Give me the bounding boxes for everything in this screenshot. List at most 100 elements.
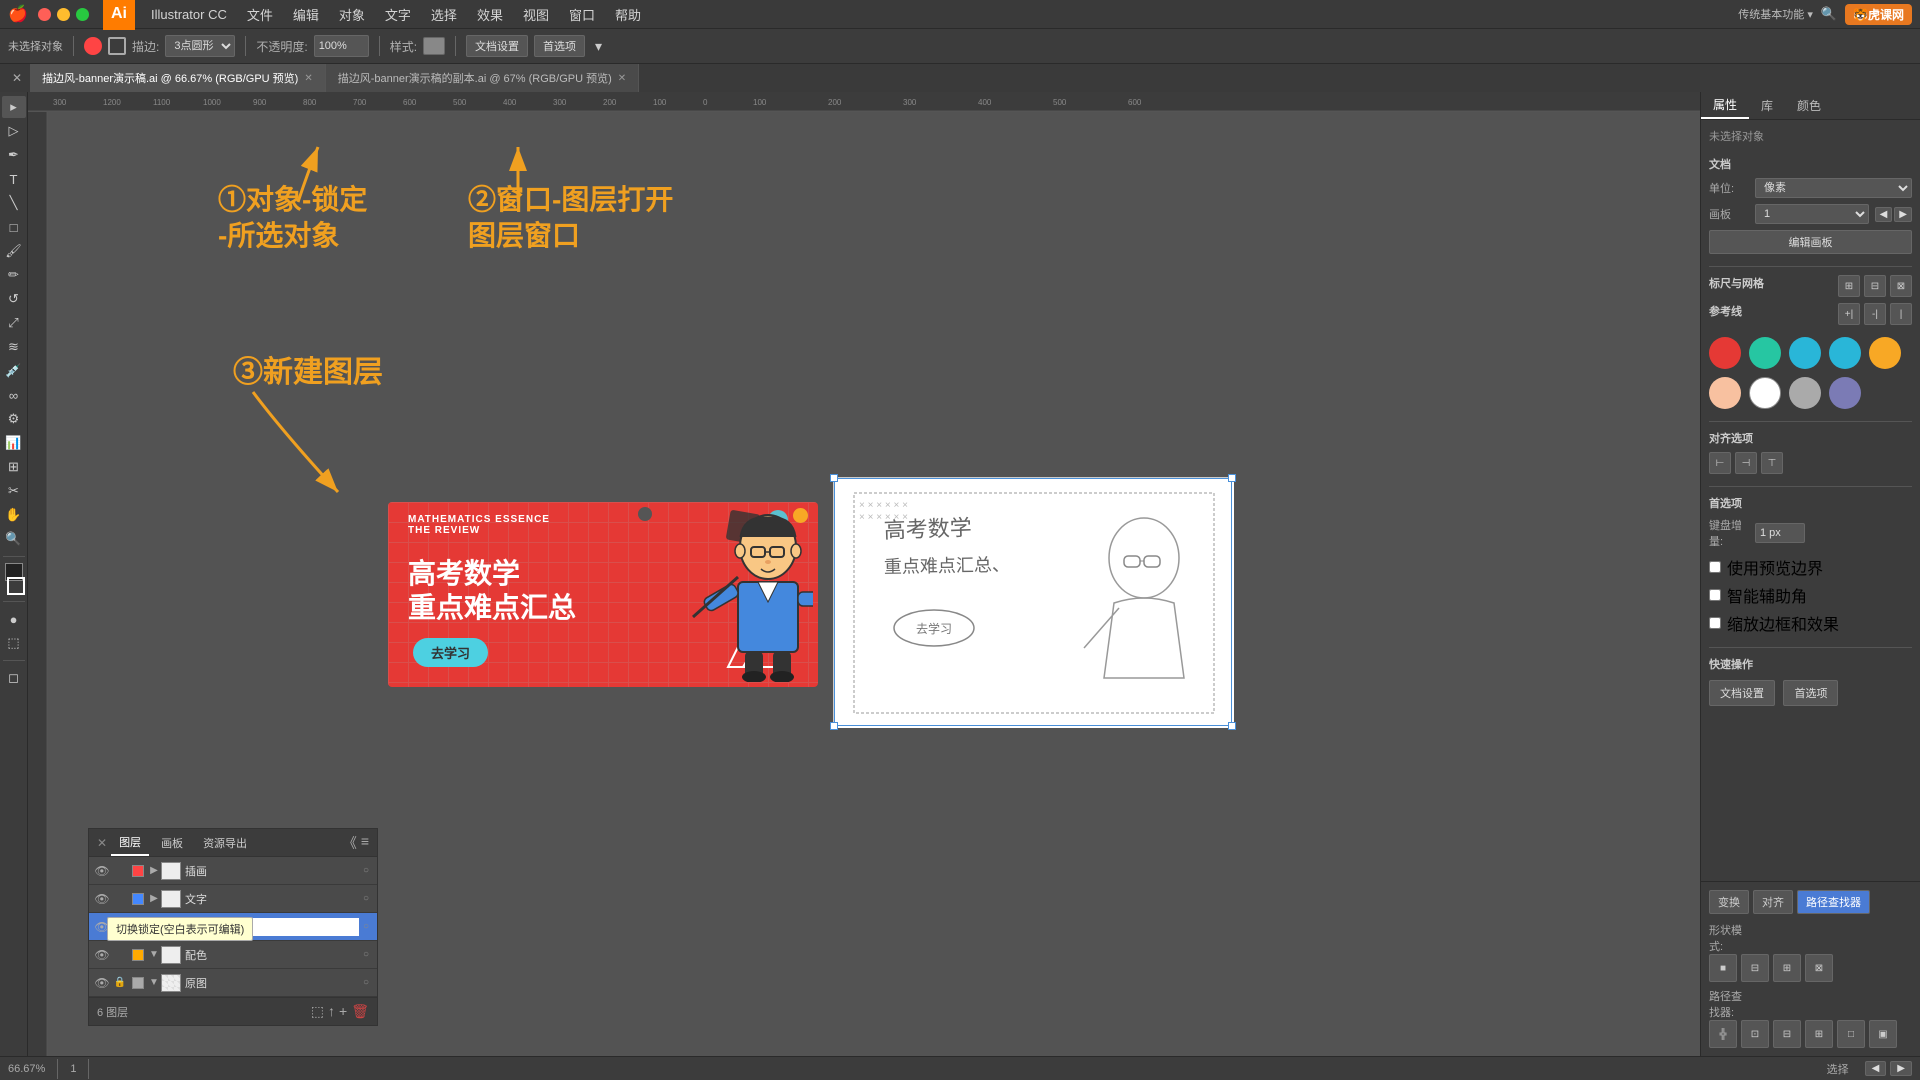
tool-rotate[interactable]: ↺ <box>2 288 26 310</box>
tab-0-close[interactable]: ✕ <box>304 73 312 84</box>
tab-1-close[interactable]: ✕ <box>618 73 626 84</box>
divide-btn[interactable]: ╬ <box>1709 1020 1737 1048</box>
guide-btn1[interactable]: +| <box>1838 303 1860 325</box>
swatch-1[interactable] <box>1749 337 1781 369</box>
tool-symbol[interactable]: ⚙ <box>2 408 26 430</box>
layer-1-expand[interactable]: ▶ <box>147 893 161 904</box>
transform-tab[interactable]: 变换 <box>1709 890 1749 914</box>
merge-btn[interactable]: ⊟ <box>1773 1020 1801 1048</box>
layer-row-4[interactable]: 👁 🔒 ▼ 原图 ○ <box>89 969 377 997</box>
move-selection-btn[interactable]: ↑ <box>328 1003 335 1020</box>
minimize-dot[interactable] <box>57 8 70 21</box>
tool-pencil[interactable]: ✏ <box>2 264 26 286</box>
layer-row-0[interactable]: 👁 ▶ 插画 ○ <box>89 857 377 885</box>
layer-row-1[interactable]: 👁 ▶ 文字 ○ <box>89 885 377 913</box>
handle-br[interactable] <box>1228 722 1236 730</box>
stroke-style-select[interactable]: 3点圆形 <box>165 35 235 57</box>
preferences-btn[interactable]: 首选项 <box>534 35 585 57</box>
fullscreen-dot[interactable] <box>76 8 89 21</box>
close-dot[interactable] <box>38 8 51 21</box>
tool-hand[interactable]: ✋ <box>2 504 26 526</box>
tool-paintbrush[interactable]: 🖌 <box>2 240 26 262</box>
tool-scale[interactable]: ⤢ <box>2 312 26 334</box>
menu-select[interactable]: 选择 <box>421 2 467 27</box>
menu-edit[interactable]: 编辑 <box>283 2 329 27</box>
menu-file[interactable]: 文件 <box>237 2 283 27</box>
artboard-next[interactable]: ▶ <box>1894 207 1912 222</box>
fill-color[interactable] <box>84 37 102 55</box>
tab-0[interactable]: 描边风-banner演示稿.ai @ 66.67% (RGB/GPU 预览) ✕ <box>30 64 326 92</box>
layer-row-3[interactable]: 👁 ▼ 配色 ○ <box>89 941 377 969</box>
workspace-selector[interactable]: 传统基本功能 ▾ <box>1738 6 1813 22</box>
pathfinder-tab[interactable]: 路径查找器 <box>1797 890 1870 914</box>
layer-0-target[interactable]: ○ <box>359 865 373 876</box>
swatch-0[interactable] <box>1709 337 1741 369</box>
outline-btn[interactable]: □ <box>1837 1020 1865 1048</box>
tool-type[interactable]: T <box>2 168 26 190</box>
swatch-4[interactable] <box>1869 337 1901 369</box>
doc-settings-btn[interactable]: 文档设置 <box>466 35 528 57</box>
handle-bl[interactable] <box>830 722 838 730</box>
artboard-prev[interactable]: ◀ <box>1875 207 1893 222</box>
guide-btn3[interactable]: | <box>1890 303 1912 325</box>
layer-4-target[interactable]: ○ <box>359 977 373 988</box>
tool-color-mode[interactable]: ● <box>2 608 26 630</box>
tool-pen[interactable]: ✒ <box>2 144 26 166</box>
swatch-5[interactable] <box>1709 377 1741 409</box>
opacity-input[interactable] <box>314 35 369 57</box>
layer-3-expand[interactable]: ▼ <box>147 949 161 960</box>
layer-2-name-input[interactable] <box>185 918 359 936</box>
swatch-7[interactable] <box>1789 377 1821 409</box>
snap-checkbox[interactable] <box>1709 617 1721 629</box>
menu-view[interactable]: 视图 <box>513 2 559 27</box>
layer-row-2[interactable]: 👁 ▶ ○ <box>89 913 377 941</box>
swatch-3[interactable] <box>1829 337 1861 369</box>
layer-1-visibility[interactable]: 👁 <box>93 892 111 906</box>
trim-btn[interactable]: ⊡ <box>1741 1020 1769 1048</box>
menu-illustrator[interactable]: Illustrator CC <box>141 4 237 25</box>
tool-zoom[interactable]: 🔍 <box>2 528 26 550</box>
align-center-btn[interactable]: ⊣ <box>1735 452 1757 474</box>
panel-collapse-btn[interactable]: 《 <box>343 833 357 853</box>
tool-rect[interactable]: □ <box>2 216 26 238</box>
align-right-btn[interactable]: ⊤ <box>1761 452 1783 474</box>
right-tab-library[interactable]: 库 <box>1749 93 1785 118</box>
layer-2-target[interactable]: ○ <box>359 921 373 932</box>
bb-left-btn[interactable]: ◀ <box>1865 1061 1887 1076</box>
right-tab-color[interactable]: 颜色 <box>1785 93 1833 118</box>
tool-select[interactable]: ▸ <box>2 96 26 118</box>
intersect-btn[interactable]: ⊞ <box>1773 954 1801 982</box>
tool-graph[interactable]: 📊 <box>2 432 26 454</box>
layer-0-expand[interactable]: ▶ <box>147 865 161 876</box>
tool-screen-mode[interactable]: ◻ <box>2 667 26 689</box>
panel-tab-layers[interactable]: 图层 <box>111 830 149 856</box>
canvas-area[interactable]: 300 1200 1100 1000 900 800 700 600 500 4… <box>28 92 1700 1056</box>
layer-3-visibility[interactable]: 👁 <box>93 948 111 962</box>
align-left-btn[interactable]: ⊢ <box>1709 452 1731 474</box>
right-tab-properties[interactable]: 属性 <box>1701 92 1749 119</box>
grid-show-btn[interactable]: ⊟ <box>1864 275 1886 297</box>
new-layer-btn[interactable]: + <box>339 1003 347 1020</box>
handle-tr[interactable] <box>1228 474 1236 482</box>
bb-right-btn[interactable]: ▶ <box>1890 1061 1912 1076</box>
toolbar-expand[interactable]: ▾ <box>595 38 602 55</box>
tool-artboard[interactable]: ⊞ <box>2 456 26 478</box>
preview-bounds-checkbox[interactable] <box>1709 561 1721 573</box>
panel-tab-assets[interactable]: 资源导出 <box>195 831 255 855</box>
edit-artboard-btn[interactable]: 编辑画板 <box>1709 230 1912 254</box>
tab-1[interactable]: 描边风-banner演示稿的副本.ai @ 67% (RGB/GPU 预览) ✕ <box>326 64 639 92</box>
exclude-btn[interactable]: ⊠ <box>1805 954 1833 982</box>
layer-2-expand[interactable]: ▶ <box>147 921 161 932</box>
panel-menu-btn[interactable]: ≡ <box>361 833 369 853</box>
stroke-swatch[interactable] <box>7 577 25 595</box>
nudge-input[interactable] <box>1755 523 1805 543</box>
tool-direct-select[interactable]: ▷ <box>2 120 26 142</box>
layer-4-visibility[interactable]: 👁 <box>93 976 111 990</box>
layer-4-lock[interactable]: 🔒 <box>111 977 129 988</box>
menu-effects[interactable]: 效果 <box>467 2 513 27</box>
unite-btn[interactable]: ■ <box>1709 954 1737 982</box>
tool-none[interactable]: ⬚ <box>2 632 26 654</box>
minus-front-btn[interactable]: ⊟ <box>1741 954 1769 982</box>
style-swatch[interactable] <box>423 37 445 55</box>
guide-btn2[interactable]: -| <box>1864 303 1886 325</box>
